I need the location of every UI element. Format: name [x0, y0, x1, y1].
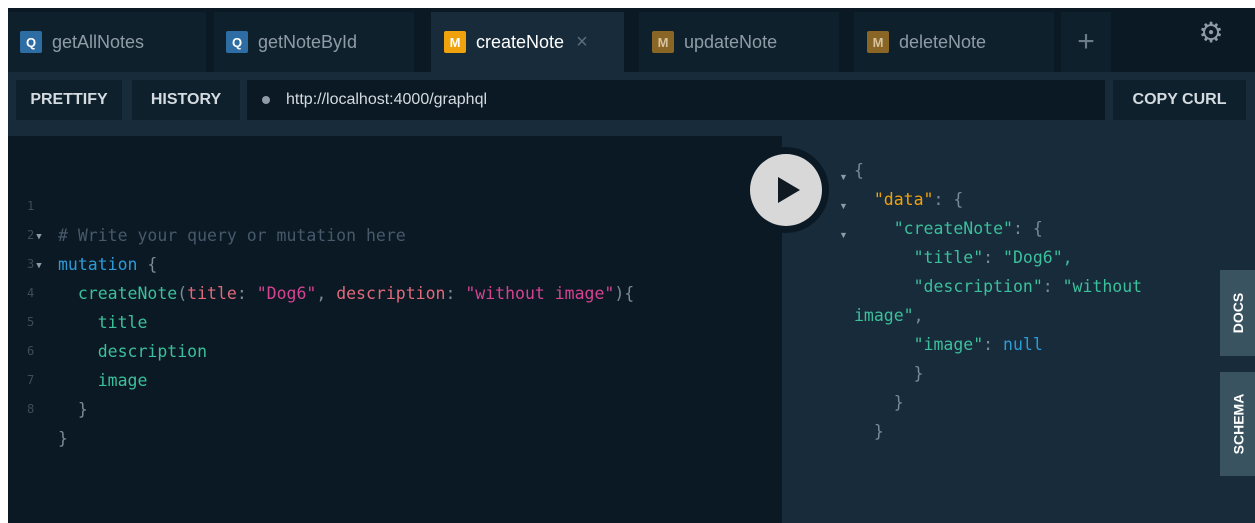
tab-label: getNoteById	[258, 31, 358, 52]
json-line: }	[854, 359, 924, 388]
code-arg-name: description	[336, 284, 446, 303]
json-line: "data": {	[854, 185, 963, 214]
json-brace: {	[854, 161, 864, 180]
json-value: "Dog6",	[1003, 248, 1073, 267]
code-arg-value: "without image"	[465, 284, 615, 303]
code-selection: title	[97, 313, 148, 332]
json-punc: :	[1042, 277, 1063, 296]
json-brace: }	[873, 422, 884, 441]
json-punc: : {	[933, 190, 964, 209]
fold-arrow-icon[interactable]: ▼	[839, 221, 848, 250]
tab-deletenote[interactable]: M deleteNote	[854, 12, 1054, 72]
schema-tab-label: SCHEMA	[1230, 393, 1247, 455]
code-line: 3 ▼ createNote(title: "Dog6", description…	[8, 221, 634, 303]
json-key: "description"	[913, 277, 1043, 296]
query-editor[interactable]: 1 # Write your query or mutation here 2 ▼…	[8, 136, 782, 523]
tab-getallnotes[interactable]: Q getAllNotes	[8, 12, 206, 72]
code-brace: {	[147, 255, 158, 274]
code-line: 5 description	[8, 279, 207, 361]
mutation-badge: M	[444, 31, 466, 53]
code-colon: :	[445, 284, 466, 303]
endpoint-input[interactable]: http://localhost:4000/graphql	[247, 80, 1105, 120]
json-brace: }	[913, 364, 924, 383]
query-badge: Q	[226, 31, 248, 53]
json-brace: }	[893, 393, 904, 412]
json-line: image",	[854, 301, 924, 330]
code-line: 1 # Write your query or mutation here	[8, 163, 406, 245]
execute-query-button[interactable]	[743, 147, 829, 233]
tab-label: updateNote	[684, 31, 778, 52]
code-arg-name: title	[187, 284, 237, 303]
tab-getnotebyid[interactable]: Q getNoteById	[214, 12, 414, 72]
json-line: }	[854, 388, 904, 417]
tab-updatenote[interactable]: M updateNote	[639, 12, 839, 72]
graphql-playground: Q getAllNotes Q getNoteById M createNote…	[8, 8, 1255, 523]
code-line: 4 title	[8, 250, 147, 332]
close-icon[interactable]: ×	[576, 31, 588, 54]
code-line: 6 image	[8, 308, 147, 390]
json-key: "title"	[913, 248, 984, 267]
code-line: 8 }	[8, 366, 68, 448]
fold-arrow-icon[interactable]: ▼	[839, 192, 848, 221]
prettify-button[interactable]: PRETTIFY	[16, 80, 122, 120]
endpoint-url: http://localhost:4000/graphql	[286, 91, 488, 108]
gear-icon[interactable]: ⚙	[1196, 18, 1226, 48]
json-key: "data"	[873, 190, 934, 209]
json-line: "title": "Dog6",	[854, 243, 1073, 272]
json-punc: :	[983, 335, 1004, 354]
json-punc: :	[983, 248, 1004, 267]
json-punc: : {	[1012, 219, 1043, 238]
tab-label: createNote	[476, 31, 565, 52]
code-selection: description	[97, 342, 208, 361]
code-line: 2 ▼ mutation {	[8, 192, 157, 274]
json-line: "createNote": {	[854, 214, 1043, 243]
tab-label: deleteNote	[899, 31, 987, 52]
json-line: "description": "without	[854, 272, 1143, 301]
mutation-badge: M	[867, 31, 889, 53]
docs-tab[interactable]: DOCS	[1220, 270, 1255, 356]
json-key: "image"	[913, 335, 984, 354]
code-paren: (	[177, 284, 188, 303]
code-keyword: mutation	[58, 255, 138, 274]
tab-createnote[interactable]: M createNote ×	[431, 12, 624, 72]
toolbar: PRETTIFY HISTORY http://localhost:4000/g…	[8, 72, 1255, 136]
fold-arrow-icon[interactable]: ▼	[839, 163, 848, 192]
json-line: "image": null	[854, 330, 1043, 359]
json-value: null	[1003, 335, 1043, 354]
json-key: "createNote"	[893, 219, 1013, 238]
code-comma: ,	[316, 284, 337, 303]
line-number: 8	[27, 402, 35, 416]
tab-label: getAllNotes	[52, 31, 145, 52]
docs-tab-label: DOCS	[1230, 292, 1247, 334]
code-field: createNote	[77, 284, 178, 303]
history-button[interactable]: HISTORY	[132, 80, 240, 120]
query-badge: Q	[20, 31, 42, 53]
code-arg-value: "Dog6"	[256, 284, 317, 303]
json-line: }	[854, 417, 884, 446]
json-value: image"	[854, 306, 914, 325]
code-brace: }	[77, 400, 88, 419]
add-tab-button[interactable]: +	[1061, 12, 1111, 72]
code-colon: :	[236, 284, 257, 303]
result-pane: ▼ { ▼ "data": { ▼ "createNote": { "title…	[782, 136, 1255, 523]
code-line: 7 }	[8, 337, 88, 419]
tab-bar: Q getAllNotes Q getNoteById M createNote…	[8, 8, 1255, 72]
json-punc: ,	[913, 306, 924, 325]
json-value: "without	[1062, 277, 1143, 296]
schema-tab[interactable]: SCHEMA	[1220, 372, 1255, 476]
mutation-badge: M	[652, 31, 674, 53]
copy-curl-button[interactable]: COPY CURL	[1113, 80, 1246, 120]
code-selection: image	[97, 371, 148, 390]
code-comment: # Write your query or mutation here	[58, 226, 406, 245]
code-brace: }	[58, 429, 68, 448]
json-line: {	[854, 156, 864, 185]
code-paren: ){	[614, 284, 635, 303]
play-icon[interactable]	[750, 154, 822, 226]
status-dot-icon	[262, 96, 270, 104]
